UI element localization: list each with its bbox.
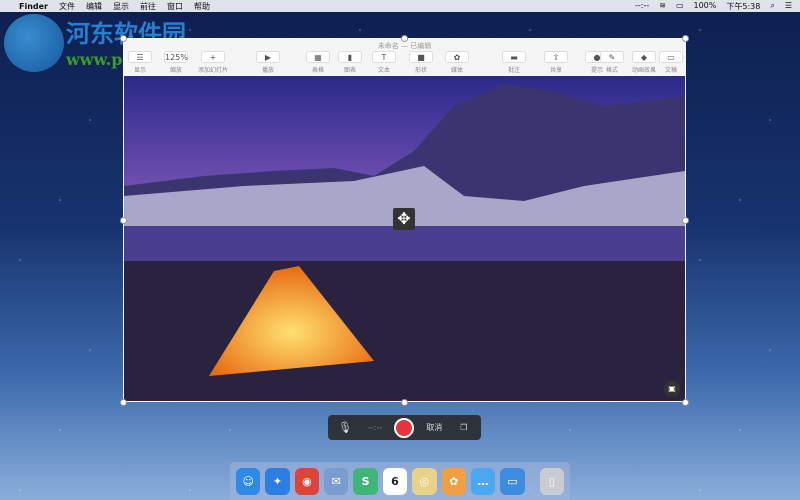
dock-finder-icon[interactable]: ☺ [236,467,261,495]
toolbar-button-1[interactable]: 125% 缩放 [164,51,188,74]
toolbar-label: 动画效果 [632,67,657,74]
toolbar-icon: 125% [164,51,188,63]
dock-preview-icon[interactable]: ✉ [324,467,349,495]
slide-image [124,76,685,401]
resize-handle[interactable] [682,35,689,42]
toolbar-label: 形状 [414,67,427,74]
microphone-icon[interactable]: 🎙 [338,421,352,434]
toolbar-button-12[interactable]: ✎ 格式 [600,51,624,74]
dock-keynote-icon[interactable]: ▭ [500,467,525,495]
toolbar-icon: ▮ [338,51,362,63]
menu-window[interactable]: 窗口 [167,1,183,12]
resize-handle[interactable] [401,35,408,42]
toolbar-button-10[interactable]: ⇧ 共享 [544,51,568,74]
menu-help[interactable]: 帮助 [194,1,210,12]
options-icon[interactable]: ❐ [460,423,467,432]
toolbar-icon: ▭ [659,51,683,63]
resize-handle[interactable] [682,399,689,406]
toolbar-icon: T [372,51,396,63]
wifi-icon[interactable]: ≋ [659,1,666,12]
resize-handle[interactable] [120,217,127,224]
airplay-icon[interactable]: ▭ [676,1,684,12]
dock-image-capture-icon[interactable]: ◎ [412,467,437,495]
toolbar-label: 批注 [507,67,520,74]
toolbar-icon: ✎ [600,51,624,63]
move-selection-icon[interactable]: ✥ [393,208,415,230]
record-button[interactable] [394,417,415,438]
toolbar-button-6[interactable]: T 文本 [372,51,396,74]
toolbar-icon: ✿ [445,51,469,63]
toolbar-label: 共享 [549,67,562,74]
battery-percent[interactable]: 100% [694,1,717,12]
resize-handle[interactable] [401,399,408,406]
toolbar: ☰ 显示 125% 缩放 + 添加幻灯片 ▶ 播放 ▦ 表格 ▮ 图表 T 文本 ■ 形状 ✿ 媒体 ▬ 批注 ⇧ 共享 ●… [124,51,685,76]
toolbar-button-14[interactable]: ▭ 文稿 [659,51,683,74]
recording-time: --:-- [367,423,383,432]
toolbar-label: 格式 [605,67,618,74]
toolbar-icon: ▬ [502,51,526,63]
menu-go[interactable]: 前往 [140,1,156,12]
toolbar-icon: ▶ [256,51,280,63]
toolbar-button-2[interactable]: + 添加幻灯片 [198,51,228,74]
window-title: 未命名 — 已编辑 [377,42,432,50]
menu-edit[interactable]: 编辑 [86,1,102,12]
toolbar-label: 媒体 [450,67,463,74]
toolbar-button-7[interactable]: ■ 形状 [409,51,433,74]
screen-recording-bar: 🎙 --:-- 取消 ❐ [328,415,481,440]
screen-record-status[interactable]: --:-- [635,1,649,12]
resize-handle[interactable] [120,399,127,406]
toolbar-label: 图表 [343,67,356,74]
dock-slack-icon[interactable]: S [353,467,378,495]
toolbar-icon: ☰ [128,51,152,63]
toolbar-label: 表格 [311,67,324,74]
dock-photos-icon[interactable]: ✿ [441,467,466,495]
toolbar-button-13[interactable]: ◆ 动画效果 [632,51,656,74]
notification-center-icon[interactable]: ☰ [785,1,792,12]
dock-trash-icon[interactable]: ▯ [539,467,564,495]
toolbar-icon: ▦ [306,51,330,63]
toolbar-button-9[interactable]: ▬ 批注 [502,51,526,74]
image-icon[interactable]: ▣ [664,381,680,397]
dock-safari-icon[interactable]: ✦ [265,467,290,495]
resize-handle[interactable] [120,35,127,42]
toolbar-button-4[interactable]: ▦ 表格 [306,51,330,74]
watermark-logo [4,14,64,72]
spotlight-icon[interactable]: ⌕ [770,1,774,12]
menu-view[interactable]: 显示 [113,1,129,12]
clock[interactable]: 下午5:38 [726,1,760,12]
toolbar-icon: ◆ [632,51,656,63]
toolbar-icon: ■ [409,51,433,63]
dock-calendar-icon[interactable]: 6 [382,467,408,495]
toolbar-label: 文稿 [664,67,677,74]
menu-finder[interactable]: Finder [19,2,48,11]
toolbar-label: 播放 [261,67,274,74]
toolbar-button-3[interactable]: ▶ 播放 [256,51,280,74]
toolbar-label: 文本 [377,67,390,74]
toolbar-label: 显示 [133,67,146,74]
toolbar-button-5[interactable]: ▮ 图表 [338,51,362,74]
resize-handle[interactable] [682,217,689,224]
menu-bar: Finder 文件 编辑 显示 前往 窗口 帮助 --:-- ≋ ▭ 100% … [0,0,800,12]
dock-messages-icon[interactable]: … [470,467,496,495]
toolbar-button-0[interactable]: ☰ 显示 [128,51,152,74]
dock: ☺ ✦ ◉ ✉ S 6 ◎ ✿… ▭ ▯ [230,462,570,500]
toolbar-button-8[interactable]: ✿ 媒体 [445,51,469,74]
dock-chrome-icon[interactable]: ◉ [294,467,320,495]
toolbar-icon: + [201,51,225,63]
toolbar-icon: ⇧ [544,51,568,63]
toolbar-label: 添加幻灯片 [198,67,229,74]
cancel-button[interactable]: 取消 [426,422,442,433]
toolbar-label: 缩放 [169,67,182,74]
menu-file[interactable]: 文件 [59,1,75,12]
